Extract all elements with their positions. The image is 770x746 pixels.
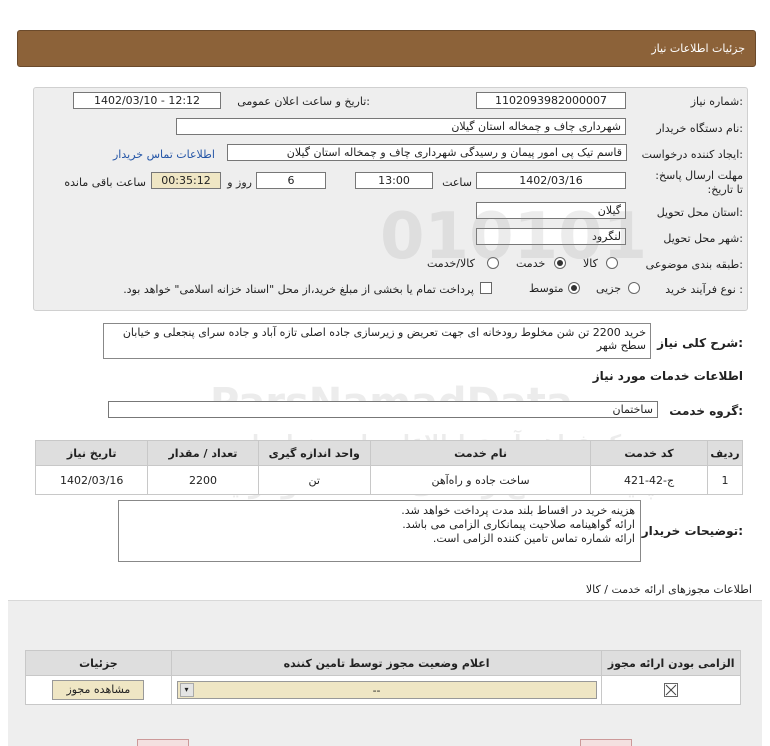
description-label: شرح کلی نیاز: [657,336,743,350]
buyer-notes-label: توضیحات خریدار: [641,524,743,538]
page-title-bar: جزئیات اطلاعات نیاز [17,30,756,67]
deadline-date-field[interactable]: 1402/03/16 [476,172,626,189]
category-option-goods-service: کالا/خدمت [427,257,475,270]
cell-service-code: ج-42-421 [590,465,708,495]
col-quantity: تعداد / مقدار [147,440,259,466]
province-field[interactable]: گیلان [476,202,626,219]
col-unit: واحد اندازه گیری [257,440,371,466]
purchase-radio-minor[interactable] [628,282,640,294]
permit-status-value: -- [372,684,381,697]
treasury-bonds-label: پرداخت تمام یا بخشی از مبلغ خرید،از محل … [123,283,474,296]
category-radio-goods[interactable] [606,257,618,269]
purchase-radio-medium[interactable] [568,282,580,294]
buyer-note-line: ارائه شماره تماس تامین کننده الزامی است. [432,532,635,545]
buyer-org-field[interactable]: شهرداری چاف و چمخاله استان گیلان [176,118,626,135]
category-label: طبقه بندی موضوعی: [645,258,743,271]
required-check-icon [664,683,679,697]
need-number-label: شماره نیاز: [690,95,743,108]
buyer-org-label: نام دستگاه خریدار: [656,122,743,135]
buyer-contact-link[interactable]: اطلاعات تماس خریدار [113,148,215,161]
col-service-code: کد خدمت [590,440,708,466]
cell-permit-details: مشاهده مجوز [25,675,172,705]
cell-quantity: 2200 [147,465,259,495]
permit-row: -- ▾ مشاهده مجوز [25,675,741,705]
cell-need-date: 1402/03/16 [34,465,149,495]
buyer-note-line: ارائه گواهینامه صلاحیت پیمانکاری الزامی … [402,518,635,531]
purchase-option-medium: متوسط [529,282,564,295]
col-need-date: تاریخ نیاز [34,440,149,466]
category-option-goods: کالا [583,257,598,270]
buyer-note-line: هزینه خرید در اقساط بلند مدت پرداخت خواه… [401,504,635,517]
permit-status-select[interactable]: -- ▾ [176,681,597,699]
category-radio-service[interactable] [554,257,566,269]
page-title: جزئیات اطلاعات نیاز [651,42,745,55]
category-option-service: خدمت [516,257,546,270]
remaining-time-label: ساعت باقی مانده [64,176,146,189]
treasury-bonds-checkbox[interactable] [480,282,492,294]
description-textarea[interactable]: خرید 2200 تن شن مخلوط رودخانه ای جهت تعر… [103,323,651,359]
deadline-label: مهلت ارسال پاسخ: تا تاریخ: [655,169,743,196]
col-permit-required: الزامی بودن ارائه مجوز [601,650,741,676]
col-permit-status: اعلام وضعیت مجوز توسط تامین کننده [170,650,603,676]
deadline-time-label: ساعت [442,176,472,189]
need-number-field[interactable]: 1102093982000007 [476,92,626,109]
buyer-notes-textarea[interactable]: هزینه خرید در اقساط بلند مدت پرداخت خواه… [118,500,641,562]
view-permit-button[interactable]: مشاهده مجوز [52,680,145,700]
cell-service-name: ساخت جاده و راه‌آهن [369,465,592,495]
city-label: شهر محل تحویل: [663,232,743,245]
deadline-time-field[interactable]: 13:00 [355,172,433,189]
services-table: ردیف کد خدمت نام خدمت واحد اندازه گیری ت… [34,440,744,495]
purchase-option-minor: جزیی [596,282,622,295]
deadline-days-field[interactable]: 6 [256,172,326,189]
requester-label: ایجاد کننده درخواست: [641,148,743,161]
col-service-name: نام خدمت [369,440,592,466]
table-row: 1 ج-42-421 ساخت جاده و راه‌آهن تن 2200 1… [34,465,744,495]
cell-permit-required [601,675,741,705]
col-row: ردیف [706,440,744,466]
permits-heading: اطلاعات مجوزهای ارائه خدمت / کالا [585,583,752,596]
service-group-label: گروه خدمت: [669,404,743,418]
category-radio-goods-service[interactable] [487,257,499,269]
announce-datetime-label: تاریخ و ساعت اعلان عمومی: [237,95,370,108]
service-group-field[interactable]: ساختمان [108,401,658,418]
cell-permit-status: -- ▾ [170,675,603,705]
remaining-time-field: 00:35:12 [151,172,221,189]
deadline-days-label: روز و [227,176,252,189]
purchase-type-label: نوع فرآیند خرید : [665,283,743,296]
dropdown-arrow-icon[interactable]: ▾ [179,683,194,697]
cell-row: 1 [706,465,744,495]
services-heading: اطلاعات خدمات مورد نیاز [592,369,743,383]
col-permit-details: جزئیات [25,650,172,676]
announce-datetime-field[interactable]: 1402/03/10 - 12:12 [73,92,221,109]
province-label: استان محل تحویل: [656,206,743,219]
requester-field[interactable]: قاسم تیک پی امور پیمان و رسیدگی شهرداری … [227,144,627,161]
permits-table: الزامی بودن ارائه مجوز اعلام وضعیت مجوز … [25,650,741,705]
city-field[interactable]: لنگرود [476,228,626,245]
cell-unit: تن [257,465,371,495]
